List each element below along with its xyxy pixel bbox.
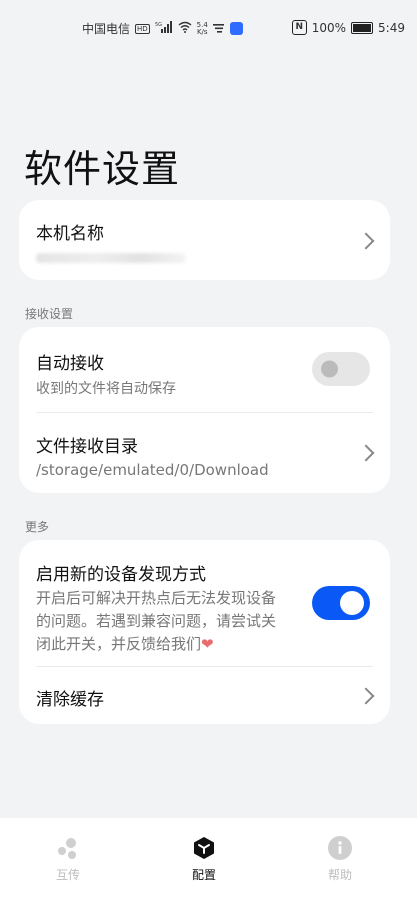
auto-receive-toggle[interactable] (312, 352, 370, 386)
section-label-receive: 接收设置 (25, 307, 74, 321)
clock: 5:49 (378, 20, 405, 35)
section-label-more: 更多 (25, 520, 50, 534)
receive-directory-path: /storage/emulated/0/Download (36, 461, 269, 479)
transfer-icon (55, 836, 81, 860)
tab-label: 互传 (55, 868, 80, 882)
help-icon (328, 836, 352, 860)
battery-icon (351, 21, 374, 34)
heart-icon: ❤ (201, 635, 214, 653)
notification-icon (212, 22, 225, 36)
receive-directory-title: 文件接收目录 (36, 437, 138, 457)
clear-cache-title: 清除缓存 (36, 690, 104, 710)
bottom-tab-bar: 互传 配置 帮助 (0, 818, 417, 900)
hd-icon: HD (135, 23, 150, 34)
clear-cache-row[interactable]: 清除缓存 (19, 667, 390, 724)
device-discovery-toggle[interactable] (312, 586, 370, 620)
receive-settings-card: 自动接收 收到的文件将自动保存 文件接收目录 /storage/emulated… (19, 327, 390, 493)
toggle-knob (340, 591, 364, 615)
status-bar: 中国电信 HD 5G 5.4 K/s N 100% 5:49 (0, 0, 417, 56)
page-title: 软件设置 (24, 147, 181, 191)
receive-directory-row[interactable]: 文件接收目录 /storage/emulated/0/Download (19, 413, 390, 493)
tab-config[interactable]: 配置 (164, 836, 244, 883)
auto-receive-row[interactable]: 自动接收 收到的文件将自动保存 (19, 327, 390, 412)
nfc-icon: N (291, 20, 307, 35)
wifi-icon (178, 21, 192, 36)
svg-text:5G: 5G (155, 22, 162, 28)
device-discovery-description: 开启后可解决开热点后无法发现设备 的问题。若遇到兼容问题，请尝试关 闭此开关，并… (36, 589, 277, 653)
device-name-value-redacted (36, 253, 186, 263)
battery-percent: 100% (311, 20, 347, 35)
tab-label: 配置 (191, 868, 216, 882)
tab-help[interactable]: 帮助 (300, 836, 380, 883)
device-discovery-title: 启用新的设备发现方式 (36, 565, 206, 585)
network-speed: 5.4 K/s (196, 20, 208, 36)
signal-icon: 5G (155, 21, 173, 36)
tab-label: 帮助 (327, 868, 352, 882)
carrier-label: 中国电信 (82, 22, 131, 36)
toggle-knob (321, 360, 338, 378)
device-discovery-row[interactable]: 启用新的设备发现方式 开启后可解决开热点后无法发现设备 的问题。若遇到兼容问题，… (19, 540, 390, 666)
config-icon (192, 836, 216, 860)
device-name-label: 本机名称 (36, 224, 104, 244)
tab-transfer[interactable]: 互传 (28, 836, 108, 883)
more-settings-card: 启用新的设备发现方式 开启后可解决开热点后无法发现设备 的问题。若遇到兼容问题，… (19, 540, 390, 724)
device-name-card[interactable]: 本机名称 (19, 200, 390, 280)
app-notification-icon (229, 22, 243, 35)
